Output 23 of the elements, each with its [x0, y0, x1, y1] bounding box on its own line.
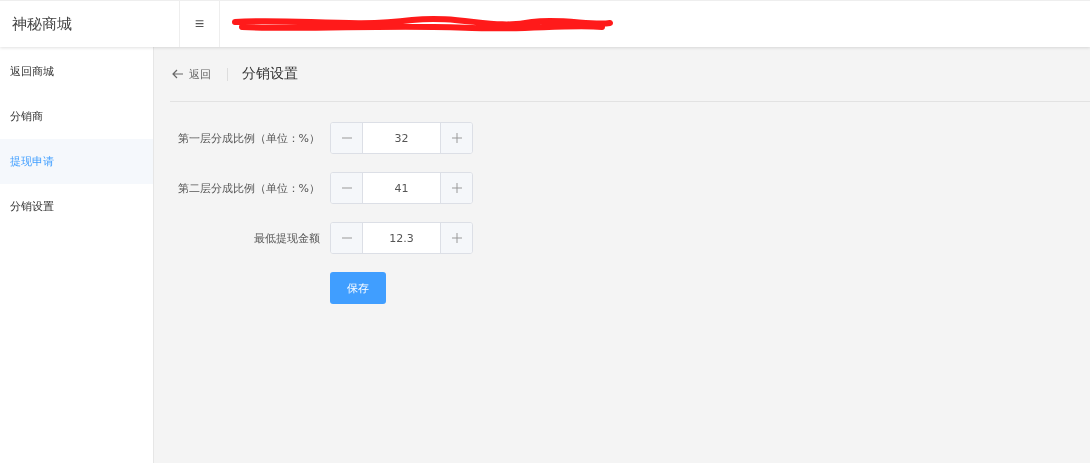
plus-icon [451, 183, 462, 193]
field-label: 第二层分成比例（单位：%） [176, 180, 321, 196]
increment-button[interactable] [440, 223, 472, 253]
increment-button[interactable] [440, 173, 472, 203]
back-arrow-icon [172, 69, 184, 79]
sidebar-item[interactable]: 返回商城 [0, 49, 153, 94]
site-logo: 神秘商城 [12, 14, 72, 34]
number-stepper[interactable]: 41 [330, 172, 473, 204]
decrement-button[interactable] [331, 173, 363, 203]
number-stepper[interactable]: 12.3 [330, 222, 473, 254]
field-label: 第一层分成比例（单位：%） [176, 130, 321, 146]
menu-button[interactable]: ≡ [180, 1, 220, 47]
increment-button[interactable] [440, 123, 472, 153]
decrement-button[interactable] [331, 223, 363, 253]
sidebar-item[interactable]: 分销商 [0, 94, 153, 139]
page-title: 分销设置 [242, 65, 298, 83]
decrement-button[interactable] [331, 123, 363, 153]
sidebar-item[interactable]: 分销设置 [0, 184, 153, 229]
back-link[interactable]: 返回 [170, 66, 211, 82]
plus-icon [451, 233, 462, 243]
number-stepper[interactable]: 32 [330, 122, 473, 154]
field-label: 最低提现金额 [253, 230, 321, 246]
plus-icon [451, 133, 462, 143]
